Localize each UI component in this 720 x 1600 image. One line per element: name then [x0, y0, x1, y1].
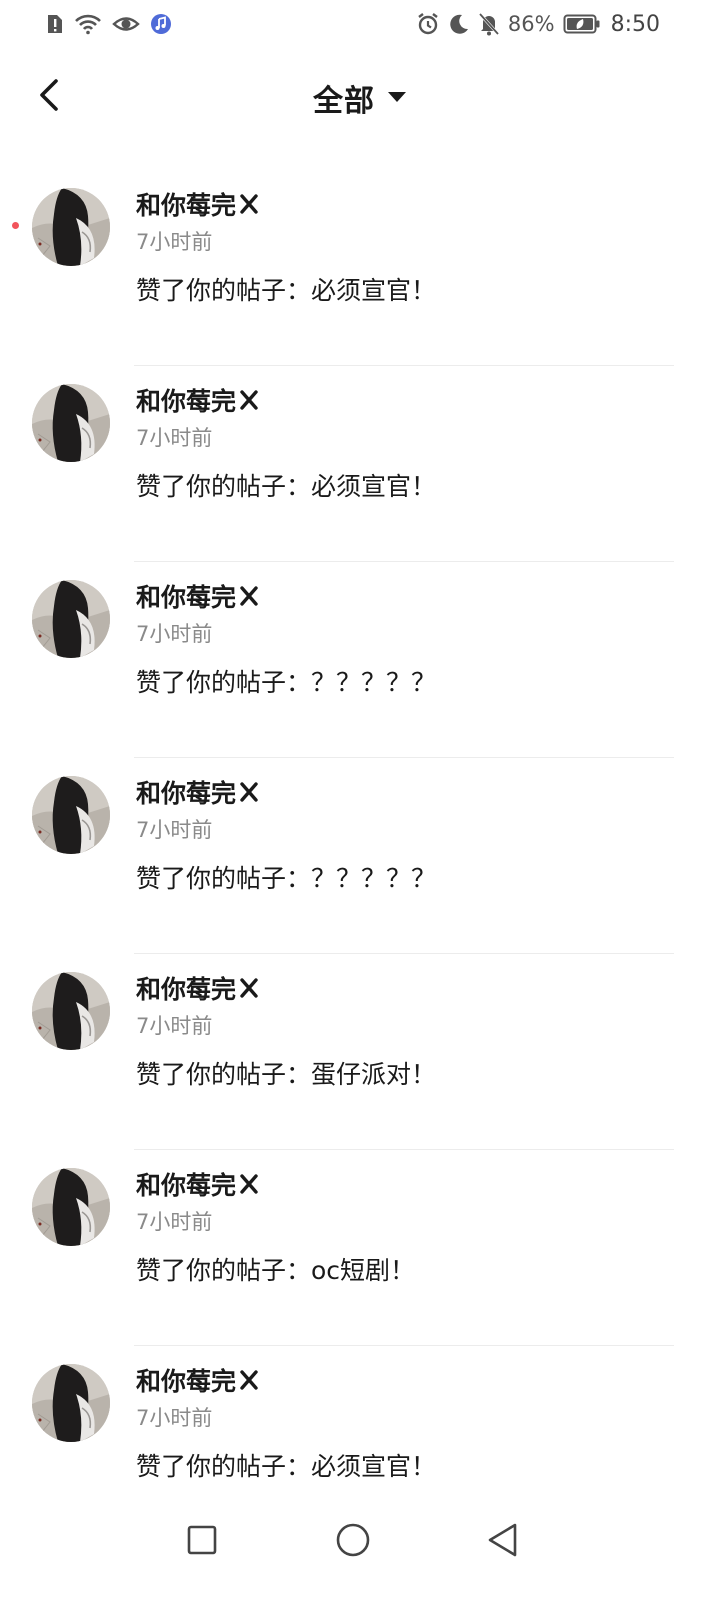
username[interactable]: 和你莓完 [136, 1362, 236, 1398]
notification-item[interactable]: 和你莓完 7小时前赞了你的帖子：？？？？？ [0, 562, 720, 758]
notification-body: 和你莓完 7小时前赞了你的帖子：？？？？？ [136, 774, 674, 896]
eye-icon [112, 13, 140, 35]
timestamp: 7小时前 [136, 426, 213, 450]
x-mark-icon [238, 193, 260, 215]
screen: 86% 8:50 全部 和你莓完 7小时前 赞了你的帖子：必须宣官！ 和你莓完 … [0, 0, 720, 1600]
username[interactable]: 和你莓完 [136, 382, 236, 418]
user-row: 和你莓完 [136, 1166, 674, 1202]
notification-text: 赞了你的帖子：？？？？？ [136, 668, 437, 697]
timestamp: 7小时前 [136, 230, 213, 254]
notification-item[interactable]: 和你莓完 7小时前赞了你的帖子：蛋仔派对！ [0, 954, 720, 1150]
avatar[interactable] [32, 1364, 110, 1442]
notification-body: 和你莓完 7小时前赞了你的帖子：必须宣官！ [136, 186, 674, 308]
bell-muted-icon [478, 12, 500, 36]
x-mark-icon [238, 781, 260, 803]
avatar[interactable] [32, 384, 110, 462]
timestamp: 7小时前 [136, 1210, 213, 1234]
square-recent-icon [186, 1524, 218, 1560]
x-mark-icon [238, 977, 260, 999]
user-row: 和你莓完 [136, 970, 674, 1006]
notification-text: 赞了你的帖子：必须宣官！ [136, 472, 437, 501]
user-row: 和你莓完 [136, 774, 674, 810]
username[interactable]: 和你莓完 [136, 578, 236, 614]
page-title: 全部 [313, 84, 375, 119]
user-row: 和你莓完 [136, 186, 674, 222]
status-right: 86% 8:50 [416, 10, 660, 38]
username[interactable]: 和你莓完 [136, 774, 236, 810]
music-app-icon [150, 13, 172, 35]
x-mark-icon [238, 389, 260, 411]
notification-text: 赞了你的帖子：必须宣官！ [136, 276, 437, 305]
notification-item[interactable]: 和你莓完 7小时前赞了你的帖子：oc短剧！ [0, 1150, 720, 1346]
timestamp: 7小时前 [136, 818, 213, 842]
unread-dot [12, 222, 19, 229]
user-row: 和你莓完 [136, 1362, 674, 1398]
notification-body: 和你莓完 7小时前赞了你的帖子：oc短剧！ [136, 1166, 674, 1288]
system-back-button[interactable] [473, 1512, 533, 1572]
timestamp: 7小时前 [136, 622, 213, 646]
navigation-bar [0, 1496, 720, 1600]
notification-text: 赞了你的帖子：？？？？？ [136, 864, 437, 893]
x-mark-icon [238, 585, 260, 607]
user-row: 和你莓完 [136, 382, 674, 418]
moon-icon [448, 13, 470, 35]
wifi-icon [74, 13, 102, 35]
username[interactable]: 和你莓完 [136, 186, 236, 222]
header: 全部 [0, 58, 720, 138]
notification-list: 和你莓完 7小时前 赞了你的帖子：必须宣官！ 和你莓完 7小时前 赞了你的帖子：必须宣官！… [0, 170, 720, 1542]
circle-home-icon [335, 1522, 371, 1562]
notification-body: 和你莓完 7小时前赞了你的帖子：必须宣官！ [136, 382, 674, 504]
username[interactable]: 和你莓完 [136, 970, 236, 1006]
notification-text: 赞了你的帖子：蛋仔派对！ [136, 1060, 437, 1089]
notification-body: 和你莓完 7小时前赞了你的帖子：蛋仔派对！ [136, 970, 674, 1092]
caret-down-icon [387, 89, 407, 108]
alarm-icon [416, 12, 440, 36]
triangle-back-icon [486, 1522, 520, 1562]
alert-sim-icon [46, 13, 64, 35]
username[interactable]: 和你莓完 [136, 1166, 236, 1202]
notification-body: 和你莓完 7小时前赞了你的帖子：？？？？？ [136, 578, 674, 700]
recent-apps-button[interactable] [172, 1512, 232, 1572]
avatar[interactable] [32, 776, 110, 854]
status-time: 8:50 [610, 11, 660, 37]
battery-percent: 86% [507, 12, 555, 36]
user-row: 和你莓完 [136, 578, 674, 614]
battery-icon [563, 13, 601, 35]
avatar[interactable] [32, 1168, 110, 1246]
x-mark-icon [238, 1369, 260, 1391]
status-left [46, 10, 172, 38]
avatar[interactable] [32, 580, 110, 658]
x-mark-icon [238, 1173, 260, 1195]
timestamp: 7小时前 [136, 1406, 213, 1430]
notification-body: 和你莓完 7小时前赞了你的帖子：必须宣官！ [136, 1362, 674, 1484]
filter-dropdown[interactable]: 全部 [0, 76, 720, 120]
notification-item[interactable]: 和你莓完 7小时前赞了你的帖子：？？？？？ [0, 758, 720, 954]
notification-text: 赞了你的帖子：必须宣官！ [136, 1452, 437, 1481]
notification-item[interactable]: 和你莓完 7小时前赞了你的帖子：必须宣官！ [0, 170, 720, 366]
status-bar: 86% 8:50 [0, 0, 720, 48]
home-button[interactable] [323, 1512, 383, 1572]
notification-item[interactable]: 和你莓完 7小时前赞了你的帖子：必须宣官！ [0, 366, 720, 562]
avatar[interactable] [32, 972, 110, 1050]
avatar[interactable] [32, 188, 110, 266]
notification-text: 赞了你的帖子：oc短剧！ [136, 1256, 416, 1285]
timestamp: 7小时前 [136, 1014, 213, 1038]
